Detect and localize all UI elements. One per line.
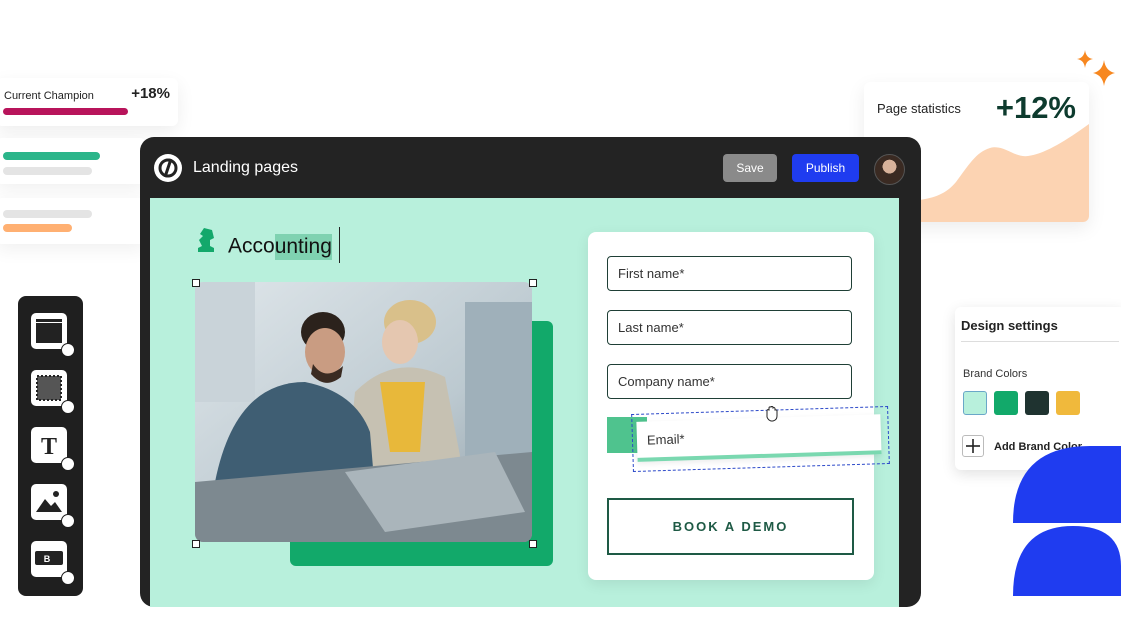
- brand-colors-label: Brand Colors: [963, 368, 1028, 380]
- cursor-badge-icon: [61, 457, 75, 471]
- variant-bar: [3, 167, 92, 175]
- cursor-badge-icon: [61, 571, 75, 585]
- user-avatar[interactable]: [874, 154, 905, 185]
- company-name-field[interactable]: [607, 364, 852, 399]
- divider: [961, 341, 1119, 342]
- cursor-badge-icon: [61, 514, 75, 528]
- resize-handle[interactable]: [529, 279, 537, 287]
- resize-handle[interactable]: [192, 279, 200, 287]
- variant-card-green: [0, 138, 146, 184]
- resize-handle[interactable]: [529, 540, 537, 548]
- cursor-badge-icon: [61, 343, 75, 357]
- brand-text-selected: unting: [274, 233, 332, 260]
- last-name-field[interactable]: [607, 310, 852, 345]
- stats-value: +12%: [995, 90, 1076, 125]
- brand-color-swatch[interactable]: [1056, 391, 1080, 415]
- variant-bar: [3, 210, 92, 218]
- editor-title: Landing pages: [193, 159, 298, 176]
- variant-card-orange: [0, 198, 146, 244]
- current-champion-card: Current Champion +18%: [0, 78, 178, 126]
- page-canvas[interactable]: Accounting First name* Last name* Compan…: [150, 198, 899, 607]
- save-button[interactable]: Save: [723, 154, 777, 182]
- landing-page-editor: Landing pages Save Publish Accounting Fi…: [140, 137, 921, 607]
- brand-color-swatch[interactable]: [1025, 391, 1049, 415]
- cursor-badge-icon: [61, 400, 75, 414]
- hero-photo[interactable]: [195, 282, 532, 542]
- publish-button[interactable]: Publish: [792, 154, 859, 182]
- add-brand-color-button[interactable]: [962, 435, 984, 457]
- grab-hand-icon: [766, 406, 778, 422]
- button-tool-icon[interactable]: B: [31, 541, 75, 585]
- app-logo-icon[interactable]: [154, 154, 182, 182]
- lead-form: BOOK A DEMO: [588, 232, 874, 580]
- design-settings-title: Design settings: [961, 318, 1058, 333]
- brand-color-swatch[interactable]: [963, 391, 987, 415]
- chess-knight-icon: [198, 228, 214, 252]
- svg-text:T: T: [41, 434, 57, 460]
- section-tool-icon[interactable]: [31, 313, 75, 357]
- text-tool-icon[interactable]: T: [31, 427, 75, 471]
- email-field-drag-selection[interactable]: [631, 405, 890, 473]
- champion-value: +18%: [131, 85, 170, 102]
- box-tool-icon[interactable]: [31, 370, 75, 414]
- email-field[interactable]: [636, 414, 882, 462]
- brand-heading[interactable]: Accounting: [228, 227, 340, 263]
- image-tool-icon[interactable]: [31, 484, 75, 528]
- brand-color-swatch[interactable]: [994, 391, 1018, 415]
- champion-bar: [3, 108, 128, 115]
- stats-label: Page statistics: [877, 101, 961, 116]
- svg-text:B: B: [44, 554, 51, 564]
- sparkle-icon: [1077, 50, 1115, 86]
- champion-label: Current Champion: [4, 90, 94, 102]
- tool-sidebar: T B: [18, 296, 83, 596]
- text-cursor: [338, 227, 340, 263]
- variant-bar: [3, 224, 72, 232]
- decorative-shape: [1013, 446, 1121, 596]
- resize-handle[interactable]: [192, 540, 200, 548]
- plus-icon: [966, 439, 980, 453]
- book-demo-button[interactable]: BOOK A DEMO: [607, 498, 854, 555]
- variant-bar: [3, 152, 100, 160]
- brand-text-plain: Acco: [228, 234, 275, 258]
- first-name-field[interactable]: [607, 256, 852, 291]
